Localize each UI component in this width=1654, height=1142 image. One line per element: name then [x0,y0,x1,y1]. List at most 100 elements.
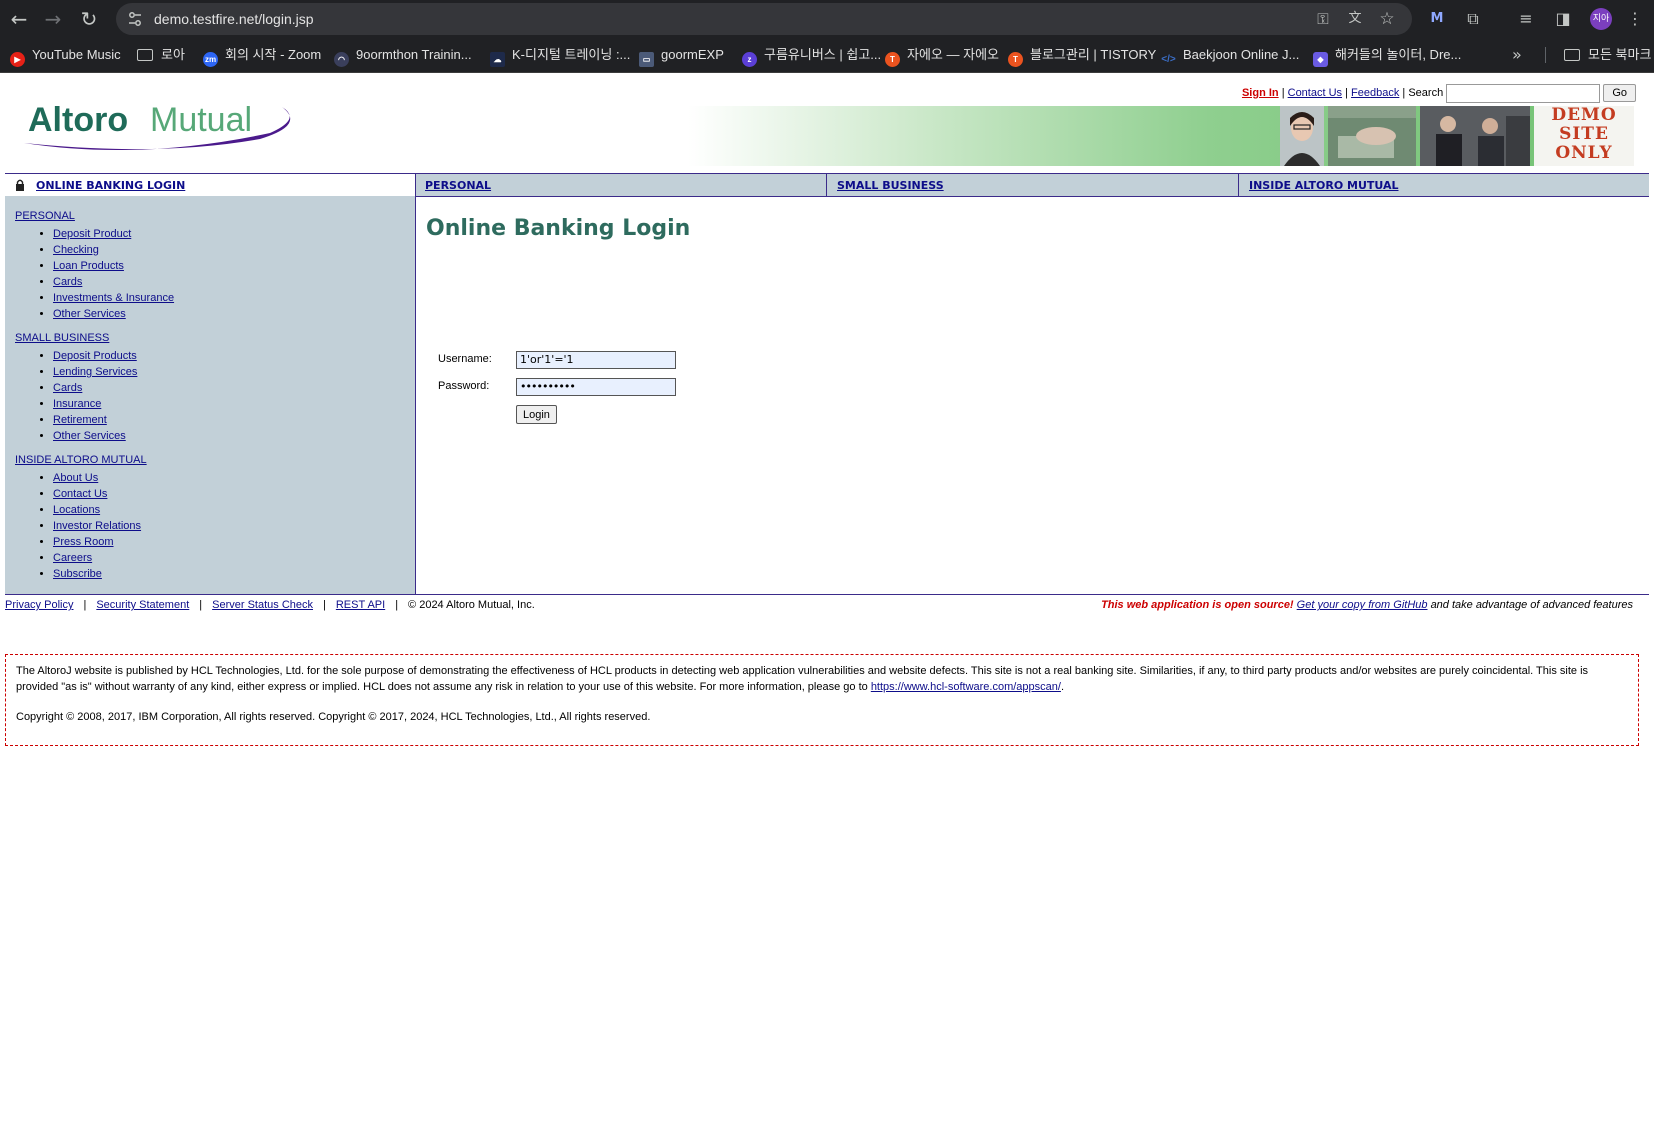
browser-toolbar: ← → ↻ demo.testfire.net/login.jsp ⚿ 文 ☆ … [0,0,1654,38]
appscan-link[interactable]: https://www.hcl-software.com/appscan/ [871,681,1061,693]
url-text[interactable]: demo.testfire.net/login.jsp [154,3,314,35]
bookmark-dreamhack[interactable]: ◆ 해커들의 놀이터, Dre... [1313,38,1461,72]
sidebar-heading-personal[interactable]: PERSONAL [15,210,75,222]
reload-icon[interactable]: ↻ [74,4,104,34]
youtube-music-icon: ▶ [10,52,25,67]
sidebar-item: Cards [53,274,174,290]
banner-photo-hands [1328,106,1416,166]
sidebar-link[interactable]: Subscribe [53,568,102,580]
rest-api-link[interactable]: REST API [336,599,385,611]
bookmark-goormexp[interactable]: ▭ goormEXP [639,38,724,72]
tab-personal[interactable]: PERSONAL [415,174,827,196]
sidebar-item: Locations [53,502,141,518]
sidebar-heading-inside[interactable]: INSIDE ALTORO MUTUAL [15,454,147,466]
sidebar: PERSONAL Deposit Product Checking Loan P… [5,196,416,594]
tab-small-business-link[interactable]: SMALL BUSINESS [837,179,944,192]
bookmark-folder-roa[interactable]: 로아 [137,38,185,72]
bookmark-label: goormEXP [661,47,724,62]
main-content: Online Banking Login Username: 1'or'1'='… [416,196,1649,594]
sidebar-link[interactable]: Contact Us [53,488,107,500]
bookmark-jaeo[interactable]: T 자에오 — 자에오 [885,38,999,72]
sidebar-link[interactable]: Other Services [53,430,126,442]
all-bookmarks-folder[interactable]: 모든 북마크 [1564,38,1651,72]
sidebar-link[interactable]: About Us [53,472,98,484]
bookmark-zoom[interactable]: zm 회의 시작 - Zoom [203,38,321,72]
bookmark-baekjoon[interactable]: </> Baekjoon Online J... [1161,38,1299,72]
media-control-icon[interactable]: ≡ [1515,8,1537,30]
server-status-check-link[interactable]: Server Status Check [212,599,313,611]
bookmark-label: 자에오 — 자에오 [907,47,999,62]
tab-small-business[interactable]: SMALL BUSINESS [827,174,1239,196]
bookmark-youtube-music[interactable]: ▶ YouTube Music [10,38,121,72]
go-button[interactable]: Go [1603,84,1636,103]
separator: | [199,599,203,611]
sidebar-link[interactable]: Careers [53,552,92,564]
sidebar-link[interactable]: Lending Services [53,366,137,378]
sidebar-item: Checking [53,242,174,258]
profile-avatar[interactable]: 지아 [1590,8,1612,30]
sidebar-link[interactable]: Investments & Insurance [53,292,174,304]
feedback-link[interactable]: Feedback [1351,87,1399,99]
logo-altoro-text: Altoro [28,101,128,139]
star-icon[interactable]: ☆ [1378,10,1396,28]
forward-arrow-icon[interactable]: → [38,4,68,34]
footer-links: Privacy Policy | Security Statement | Server… [5,597,535,613]
sidebar-link[interactable]: Deposit Product [53,228,131,240]
chevron-double-right-icon[interactable]: » [1512,38,1522,72]
sidebar-link[interactable]: Other Services [53,308,126,320]
key-icon[interactable]: ⚿ [1314,10,1332,28]
stamp-line: SITE [1559,124,1609,144]
sidebar-link[interactable]: Locations [53,504,100,516]
site-info-icon[interactable] [126,10,144,28]
kebab-menu-icon[interactable]: ⋮ [1624,8,1646,30]
tab-inside-link[interactable]: INSIDE ALTORO MUTUAL [1249,179,1399,192]
sidebar-link[interactable]: Insurance [53,398,101,410]
open-source-text: This web application is open source! [1101,599,1294,611]
sidebar-item: Investments & Insurance [53,290,174,306]
puzzle-extensions-icon[interactable]: ⧉ [1462,8,1484,30]
sidebar-link[interactable]: Loan Products [53,260,124,272]
disclaimer-end: . [1060,681,1065,693]
tab-inside-altoro-mutual[interactable]: INSIDE ALTORO MUTUAL [1239,174,1649,196]
bookmark-k-digital[interactable]: ☁ K-디지털 트레이닝 :... [490,38,630,72]
altoro-mutual-logo[interactable]: Altoro Mutual [20,95,300,155]
password-field[interactable]: •••••••••• [516,378,676,396]
sidebar-link[interactable]: Retirement [53,414,107,426]
zoom-icon: zm [203,52,218,67]
bookmark-tistory[interactable]: T 블로그관리 | TISTORY [1008,38,1156,72]
extension-m-icon[interactable]: M [1426,8,1448,30]
sidebar-link[interactable]: Deposit Products [53,350,137,362]
back-arrow-icon[interactable]: ← [4,4,34,34]
username-field[interactable]: 1'or'1'='1 [516,351,676,369]
nav-online-banking-login: ONLINE BANKING LOGIN [5,174,416,196]
disclaimer-text: The AltoroJ website is published by HCL … [16,665,1589,693]
translate-icon[interactable]: 文 [1346,10,1364,28]
sidebar-link[interactable]: Press Room [53,536,114,548]
privacy-policy-link[interactable]: Privacy Policy [5,599,73,611]
github-link[interactable]: Get your copy from GitHub [1297,599,1428,611]
online-banking-login-link[interactable]: ONLINE BANKING LOGIN [36,179,185,192]
sidebar-item: Lending Services [53,364,137,380]
footer-divider [5,594,1649,595]
bookmark-9oormthon[interactable]: ◠ 9oormthon Trainin... [334,38,472,72]
tab-personal-link[interactable]: PERSONAL [425,179,491,192]
universe-icon: z [742,52,757,67]
bookmark-goorm-universe[interactable]: z 구름유니버스 | 쉽고... [742,38,881,72]
goormexp-icon: ▭ [639,52,654,67]
address-bar[interactable]: demo.testfire.net/login.jsp ⚿ 文 ☆ [116,3,1412,35]
password-label: Password: [438,380,490,392]
sidebar-link[interactable]: Cards [53,276,82,288]
bookmark-label: 로아 [161,47,185,62]
security-statement-link[interactable]: Security Statement [96,599,189,611]
sidebar-link[interactable]: Checking [53,244,99,256]
login-button[interactable]: Login [516,405,557,424]
sign-in-link[interactable]: Sign In [1242,87,1279,99]
search-input[interactable] [1446,83,1601,103]
separator: | [83,599,87,611]
contact-us-link[interactable]: Contact Us [1288,87,1342,99]
sidebar-link[interactable]: Investor Relations [53,520,141,532]
side-panel-icon[interactable]: ◨ [1552,8,1574,30]
sidebar-heading-small-business[interactable]: SMALL BUSINESS [15,332,109,344]
sidebar-link[interactable]: Cards [53,382,82,394]
disclaimer-paragraph: The AltoroJ website is published by HCL … [16,663,1628,695]
